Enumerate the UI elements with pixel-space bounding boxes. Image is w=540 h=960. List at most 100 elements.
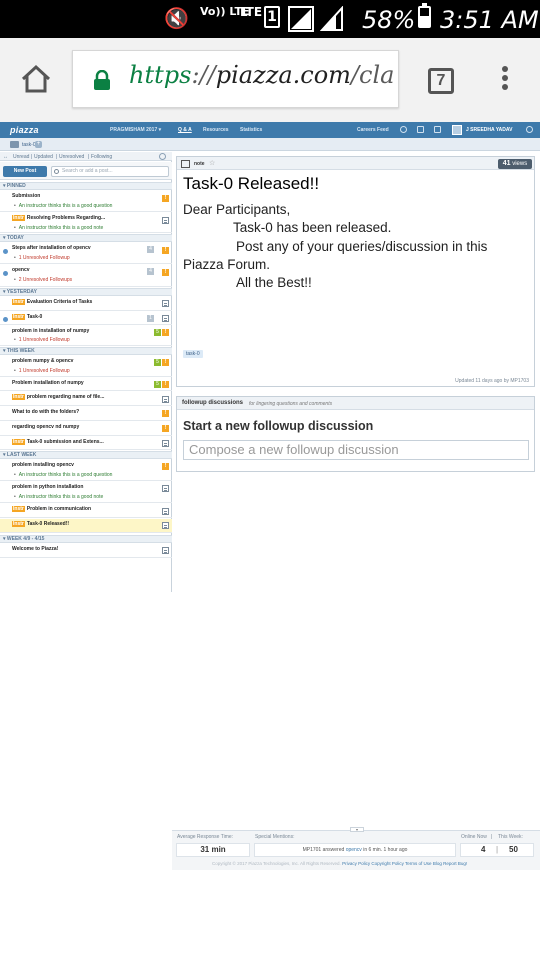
list-item[interactable]: regarding opencv nd numpy ! <box>0 422 172 436</box>
list-item[interactable]: What to do with the folders? ! <box>0 407 172 421</box>
list-icon[interactable] <box>417 126 424 133</box>
views-badge: 41 views <box>498 159 532 169</box>
this-week-label: This Week: <box>498 834 523 840</box>
list-item[interactable]: InstrResolving Problems Regarding... An … <box>0 213 172 233</box>
list-item[interactable]: Problem installation of numpy 5 ! <box>0 378 172 391</box>
star-icon[interactable]: ☆ <box>209 160 215 167</box>
followup-card: followup discussions for lingering quest… <box>176 396 535 472</box>
folder-tag[interactable]: task-0 <box>183 350 203 358</box>
post-type: note <box>194 161 205 167</box>
nav-qa[interactable]: Q & A <box>178 127 192 133</box>
mute-icon: 🔇 <box>164 6 189 30</box>
note-icon <box>162 300 169 307</box>
note-icon <box>181 160 190 168</box>
address-bar[interactable]: https://piazza.com/cla <box>72 50 399 108</box>
collapse-icon[interactable]: ↔ <box>3 154 8 160</box>
piazza-logo[interactable]: piazza <box>10 125 39 135</box>
group-week[interactable]: ▾ WEEK 4/9 - 4/15 <box>0 535 172 543</box>
list-item[interactable]: Steps after installation of opencv 1 Unr… <box>0 243 172 264</box>
question-icon: ! <box>162 425 169 432</box>
note-icon <box>162 522 169 529</box>
gear-icon[interactable] <box>526 126 533 133</box>
url-text[interactable]: https://piazza.com/cla <box>129 61 394 89</box>
chat-icon[interactable] <box>434 126 441 133</box>
note-icon <box>162 315 169 322</box>
list-item[interactable]: problem numpy & opencv 1 Unresolved Foll… <box>0 356 172 377</box>
tabs-icon[interactable]: 7 <box>428 68 454 94</box>
note-card: note ☆ 41 views Task-0 Released!! Dear P… <box>176 156 535 387</box>
menu-icon[interactable] <box>500 66 510 94</box>
question-icon: ! <box>162 329 169 336</box>
home-icon[interactable] <box>20 64 52 94</box>
list-item[interactable]: Submission An instructor thinks this is … <box>0 191 172 212</box>
group-yesterday[interactable]: ▾ YESTERDAY <box>0 288 172 296</box>
group-today[interactable]: ▾ TODAY <box>0 234 172 242</box>
search-icon <box>54 169 59 174</box>
clock: 3:51 AM <box>440 6 539 34</box>
folder-icon <box>10 141 19 148</box>
gear-icon[interactable] <box>159 153 166 160</box>
folder-add-button[interactable]: + <box>35 141 42 148</box>
question-icon: ! <box>162 247 169 254</box>
battery-percent: 58% <box>362 6 416 34</box>
followup-header: followup discussions for lingering quest… <box>177 397 534 410</box>
nav-careers[interactable]: Careers Feed <box>357 127 389 133</box>
updated-info: Updated 11 days ago by MP1703 <box>455 378 529 384</box>
signal-icon <box>320 6 343 31</box>
note-header: note ☆ 41 views <box>177 157 534 170</box>
note-title: Task-0 Released!! <box>183 174 320 193</box>
folder-bar: task-0 + <box>0 138 540 151</box>
question-icon: ! <box>162 410 169 417</box>
group-pinned[interactable]: ▾ PINNED <box>0 182 172 190</box>
signal-icon <box>288 6 314 32</box>
followup-input[interactable]: Compose a new followup discussion <box>183 440 529 460</box>
list-item[interactable]: problem in installation of numpy 1 Unres… <box>0 326 172 346</box>
list-item[interactable]: Instr Task-0 1 <box>0 312 172 325</box>
note-icon <box>162 547 169 554</box>
avg-response-label: Average Response Time: <box>177 834 234 840</box>
list-item[interactable]: Instr Evaluation Criteria of Tasks <box>0 297 172 311</box>
sim-slot-icon: 1 <box>264 6 280 28</box>
privacy-link[interactable]: Privacy Policy <box>342 861 370 866</box>
collapse-stats-button[interactable]: ▾ <box>350 827 364 832</box>
list-item[interactable]: Instr Problem in communication <box>0 504 172 518</box>
online-now-label: Online Now <box>461 834 487 840</box>
note-icon <box>162 508 169 515</box>
list-item[interactable]: Instr Task-0 submission and Extens... <box>0 437 172 450</box>
filter-unresolved[interactable]: Unresolved <box>59 154 84 160</box>
search-input[interactable]: Search or add a post... <box>51 166 169 177</box>
note-icon <box>162 440 169 447</box>
group-last-week[interactable]: ▾ LAST WEEK <box>0 451 172 459</box>
status-bar: 🔇 Vo)) LTE LTE 1 58% 3:51 AM <box>0 0 540 38</box>
new-post-button[interactable]: New Post <box>3 166 47 177</box>
mention-link[interactable]: opencv <box>346 847 362 853</box>
list-item[interactable]: Welcome to Piazza! <box>0 544 172 558</box>
online-stats: 4 | 50 <box>460 843 534 857</box>
blog-link[interactable]: Blog <box>433 861 442 866</box>
list-item-selected[interactable]: Instr Task-0 Released!! <box>0 519 172 533</box>
list-item[interactable]: opencv 2 Unresolved Followups 4 ! <box>0 265 172 287</box>
group-this-week[interactable]: ▾ THIS WEEK <box>0 347 172 355</box>
user-name[interactable]: J SREEDHA YADAV <box>466 127 512 133</box>
question-icon: ! <box>162 463 169 470</box>
nav-statistics[interactable]: Statistics <box>240 127 262 133</box>
list-item[interactable]: problem in python installation An instru… <box>0 482 172 503</box>
note-icon <box>162 485 169 492</box>
list-item[interactable]: Instr problem regarding name of file... <box>0 392 172 406</box>
list-item[interactable]: problem installing opencv An instructor … <box>0 460 172 481</box>
copyright-link[interactable]: Copyright Policy <box>371 861 404 866</box>
folder-name[interactable]: task-0 <box>22 142 36 148</box>
globe-icon[interactable] <box>400 126 407 133</box>
question-icon: ! <box>162 269 169 276</box>
report-bug-link[interactable]: Report Bug! <box>443 861 467 866</box>
terms-link[interactable]: Terms of Use <box>405 861 432 866</box>
top-nav: piazza PRAGMISHAM 2017 ▾ Q & A Resources… <box>0 122 540 138</box>
avatar[interactable] <box>452 125 462 135</box>
filter-unread[interactable]: Unread <box>13 154 29 160</box>
special-mentions-label: Special Mentions: <box>255 834 295 840</box>
class-menu[interactable]: PRAGMISHAM 2017 ▾ <box>110 127 161 133</box>
note-icon <box>162 217 169 224</box>
filter-updated[interactable]: Updated <box>34 154 53 160</box>
filter-following[interactable]: Following <box>91 154 112 160</box>
nav-resources[interactable]: Resources <box>203 127 229 133</box>
